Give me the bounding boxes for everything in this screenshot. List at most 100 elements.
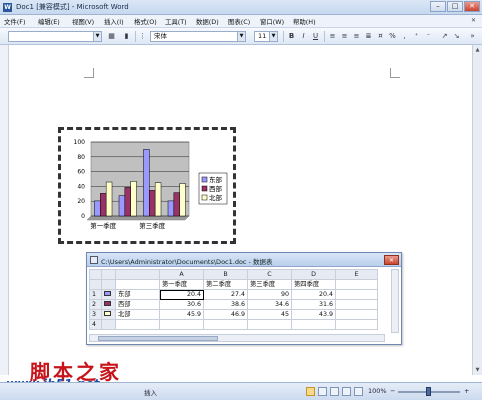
help-icon[interactable]: ✕ [469, 17, 478, 25]
justify-icon[interactable]: ≣ [364, 32, 373, 41]
cell[interactable]: 30.6 [159, 299, 204, 310]
cell[interactable]: 34.6 [247, 299, 292, 310]
row-number[interactable]: 3 [89, 309, 102, 320]
column-header-d[interactable]: D [291, 269, 336, 280]
menu-format[interactable]: 格式(O) [134, 17, 157, 26]
row-label[interactable]: 西部 [115, 299, 160, 310]
cell[interactable]: 20.4 [291, 289, 336, 300]
chevron-down-icon[interactable]: ▼ [93, 32, 101, 41]
menu-view[interactable]: 视图(V) [72, 17, 94, 26]
italic-button[interactable]: I [299, 32, 308, 41]
minimize-button[interactable]: – [430, 1, 446, 12]
zoom-out-button[interactable]: − [390, 387, 395, 395]
embedded-chart-object[interactable]: 0 20 40 60 80 100 第一季度 第三季度 东部 西部 北部 [58, 127, 236, 244]
chevron-down-icon[interactable]: ▼ [269, 32, 277, 41]
cell[interactable] [115, 279, 160, 290]
web-layout-view-button[interactable] [330, 387, 339, 396]
cell-header-q2[interactable]: 第二季度 [203, 279, 248, 290]
row-header[interactable] [89, 279, 102, 290]
row-number[interactable]: 1 [89, 289, 102, 300]
bold-button[interactable]: B [287, 32, 296, 41]
menu-data[interactable]: 数据(D) [196, 17, 219, 26]
row-label[interactable]: 东部 [115, 289, 160, 300]
font-size-combo[interactable]: 11 ▼ [254, 31, 278, 42]
chart-type-icon[interactable]: ▮ [122, 32, 131, 41]
percent-button[interactable]: % [388, 32, 397, 41]
zoom-slider-thumb[interactable] [426, 387, 431, 396]
vertical-scrollbar[interactable]: ▲ ▼ [472, 45, 482, 375]
cell[interactable]: 27.4 [203, 289, 248, 300]
cell[interactable] [335, 309, 378, 320]
cell[interactable]: 90 [247, 289, 292, 300]
row-header[interactable] [101, 319, 116, 330]
datasheet-vertical-scrollbar[interactable] [391, 269, 399, 333]
draft-view-button[interactable] [354, 387, 363, 396]
currency-icon[interactable]: ¤ [376, 32, 385, 41]
cell[interactable]: 43.9 [291, 309, 336, 320]
chevron-down-icon[interactable]: ▼ [237, 32, 245, 41]
cell[interactable]: 45 [247, 309, 292, 320]
menu-insert[interactable]: 插入(I) [104, 17, 124, 26]
column-header-e[interactable]: E [335, 269, 378, 280]
row-number[interactable]: 2 [89, 299, 102, 310]
cell-header-q4[interactable]: 第四季度 [291, 279, 336, 290]
align-right-icon[interactable]: ≡ [352, 32, 361, 41]
menu-edit[interactable]: 编辑(E) [38, 17, 60, 26]
format-chart-icon[interactable]: ▦ [107, 32, 116, 41]
column-header-b[interactable]: B [203, 269, 248, 280]
decrease-decimal-icon[interactable]: ⁻ [424, 32, 433, 41]
cell[interactable] [335, 319, 378, 330]
scroll-thumb[interactable] [98, 336, 218, 341]
underline-button[interactable]: U [311, 32, 320, 41]
cell[interactable] [203, 319, 248, 330]
zoom-in-button[interactable]: + [464, 387, 469, 395]
scroll-up-icon[interactable]: ▲ [473, 45, 482, 55]
rotate-text-down-icon[interactable]: ↘ [452, 32, 461, 41]
menu-file[interactable]: 文件(F) [4, 17, 25, 26]
datasheet-horizontal-scrollbar[interactable] [89, 334, 385, 342]
cell-header-q3[interactable]: 第三季度 [247, 279, 292, 290]
corner-cell[interactable] [89, 269, 102, 280]
column-header-c[interactable]: C [247, 269, 292, 280]
align-center-icon[interactable]: ≡ [340, 32, 349, 41]
rotate-text-up-icon[interactable]: ↗ [440, 32, 449, 41]
full-screen-view-button[interactable] [318, 387, 327, 396]
zoom-level[interactable]: 100% [368, 387, 387, 395]
cell[interactable] [159, 319, 204, 330]
cell[interactable] [291, 319, 336, 330]
font-name-combo[interactable]: 宋体 ▼ [150, 31, 246, 42]
cell[interactable] [335, 279, 378, 290]
cell[interactable]: 45.9 [159, 309, 204, 320]
row-label[interactable]: 北部 [115, 309, 160, 320]
cell-header-q1[interactable]: 第一季度 [159, 279, 204, 290]
cell-selected[interactable]: 20.4 [159, 289, 204, 300]
row-label[interactable] [115, 319, 160, 330]
cell[interactable] [335, 299, 378, 310]
cell[interactable]: 31.6 [291, 299, 336, 310]
insert-mode-indicator[interactable]: 插入 [144, 387, 157, 397]
chart-object-combo[interactable]: ▼ [8, 31, 102, 42]
cell[interactable]: 46.9 [203, 309, 248, 320]
increase-decimal-icon[interactable]: ⁺ [412, 32, 421, 41]
cell[interactable] [247, 319, 292, 330]
scroll-down-icon[interactable]: ▼ [473, 365, 482, 375]
row-number[interactable]: 4 [89, 319, 102, 330]
column-header[interactable] [101, 269, 116, 280]
grid-icon[interactable]: ⋮ [138, 32, 147, 41]
datasheet-close-button[interactable]: ✕ [384, 255, 399, 265]
menu-help[interactable]: 帮助(H) [293, 17, 316, 26]
align-left-icon[interactable]: ≡ [328, 32, 337, 41]
cell[interactable]: 38.6 [203, 299, 248, 310]
print-layout-view-button[interactable] [306, 387, 315, 396]
outline-view-button[interactable] [342, 387, 351, 396]
column-header-a[interactable]: A [159, 269, 204, 280]
datasheet-window[interactable]: C:\Users\Administrator\Documents\Doc1.do… [86, 252, 402, 345]
toolbar-options-icon[interactable]: » [468, 32, 477, 41]
cell[interactable] [335, 289, 378, 300]
menu-tools[interactable]: 工具(T) [165, 17, 187, 26]
row-header[interactable] [101, 279, 116, 290]
word-app-icon[interactable]: W [3, 3, 12, 12]
maximize-button[interactable]: □ [447, 1, 463, 12]
menu-window[interactable]: 窗口(W) [260, 17, 284, 26]
menu-chart[interactable]: 图表(C) [228, 17, 250, 26]
